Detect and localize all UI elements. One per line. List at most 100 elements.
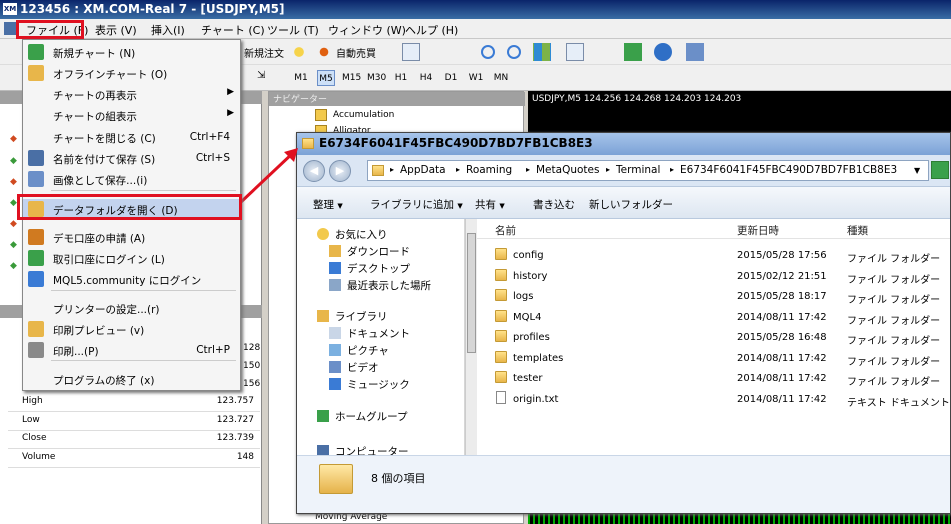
forward-button[interactable]: ▶ bbox=[329, 160, 351, 182]
file-row[interactable]: tester 2014/08/11 17:42 ファイル フォルダー bbox=[477, 368, 950, 388]
file-menu-item[interactable]: MQL5.community にログイン bbox=[23, 269, 240, 290]
new-order-label[interactable]: 新規注文 bbox=[244, 45, 284, 60]
timeframe-m30[interactable]: M30 bbox=[367, 70, 386, 86]
zoom-out-icon[interactable] bbox=[507, 45, 521, 59]
refresh-icon[interactable] bbox=[931, 161, 949, 179]
file-row[interactable]: MQL4 2014/08/11 17:42 ファイル フォルダー bbox=[477, 307, 950, 327]
autoscroll-icon[interactable] bbox=[566, 43, 584, 61]
file-menu-item[interactable]: 印刷プレビュー (v) bbox=[23, 319, 240, 340]
tree-item[interactable]: ピクチャ bbox=[347, 343, 389, 358]
timeframe-w1[interactable]: W1 bbox=[467, 70, 485, 86]
column-type[interactable]: 種類 bbox=[847, 223, 868, 238]
file-menu-item[interactable]: 名前を付けて保存 (S) Ctrl+S bbox=[23, 148, 240, 169]
file-menu-item[interactable]: プリンターの設定...(r) bbox=[23, 298, 240, 319]
tree-item[interactable]: ホームグループ bbox=[335, 409, 408, 424]
timeframe-h4[interactable]: H4 bbox=[417, 70, 435, 86]
app-icon: XM bbox=[3, 3, 17, 15]
file-menu-item[interactable]: 取引口座にログイン (L) bbox=[23, 248, 240, 269]
folder-icon bbox=[372, 165, 384, 176]
timeframe-m5[interactable]: M5 bbox=[317, 70, 335, 86]
line-chart-icon[interactable] bbox=[452, 43, 470, 61]
breadcrumb-item[interactable]: E6734F6041F45FBC490D7BD7FB1CB8E3 bbox=[680, 164, 897, 176]
menu-view[interactable]: 表示 (V) bbox=[95, 22, 137, 38]
templates-icon[interactable] bbox=[686, 43, 704, 61]
documents-icon bbox=[329, 327, 341, 339]
menu-help[interactable]: ヘルプ (H) bbox=[405, 22, 458, 38]
periods-icon[interactable] bbox=[654, 43, 672, 61]
file-row[interactable]: origin.txt 2014/08/11 17:42 テキスト ドキュメント bbox=[477, 389, 950, 409]
timeframe-h1[interactable]: H1 bbox=[392, 70, 410, 86]
breadcrumb-separator-icon[interactable]: ▸ bbox=[606, 165, 610, 174]
file-row[interactable]: profiles 2015/05/28 16:48 ファイル フォルダー bbox=[477, 327, 950, 347]
tree-scrollbar[interactable] bbox=[465, 219, 477, 455]
tree-item[interactable]: お気に入り bbox=[335, 227, 388, 242]
file-row[interactable]: logs 2015/05/28 18:17 ファイル フォルダー bbox=[477, 286, 950, 306]
menu-tools[interactable]: ツール (T) bbox=[267, 22, 319, 38]
breadcrumb-item[interactable]: MetaQuotes bbox=[536, 164, 599, 176]
file-menu-item[interactable]: チャートの組表示 ▶ bbox=[23, 105, 240, 126]
tree-item[interactable]: ライブラリ bbox=[335, 309, 388, 324]
file-menu-item[interactable]: 画像として保存...(i) bbox=[23, 169, 240, 190]
new-folder-button[interactable]: 新しいフォルダー bbox=[589, 197, 673, 212]
breadcrumb-separator-icon[interactable]: ▸ bbox=[526, 165, 530, 174]
menu-window[interactable]: ウィンドウ (W) bbox=[328, 22, 406, 38]
back-button[interactable]: ◀ bbox=[303, 160, 325, 182]
share-button[interactable]: 共有 ▼ bbox=[475, 197, 505, 212]
line-studies-icon[interactable]: ⇲ bbox=[256, 69, 274, 87]
file-menu-item[interactable]: デモ口座の申請 (A) bbox=[23, 227, 240, 248]
tree-item[interactable]: ドキュメント bbox=[347, 326, 410, 341]
breadcrumb-item[interactable]: AppData bbox=[400, 164, 446, 176]
file-menu-item[interactable]: 新規チャート (N) bbox=[23, 42, 240, 63]
menu-insert[interactable]: 挿入(I) bbox=[151, 22, 185, 38]
address-dropdown-icon[interactable]: ▼ bbox=[914, 166, 920, 175]
zoom-in-icon[interactable] bbox=[481, 45, 495, 59]
timeframe-mn[interactable]: MN bbox=[492, 70, 510, 86]
chevron-down-icon: ▼ bbox=[457, 202, 463, 210]
file-row[interactable]: config 2015/05/28 17:56 ファイル フォルダー bbox=[477, 245, 950, 265]
file-menu-item[interactable]: 印刷...(P) Ctrl+P bbox=[23, 340, 240, 361]
organize-button[interactable]: 整理 ▼ bbox=[313, 197, 343, 212]
file-row[interactable]: templates 2014/08/11 17:42 ファイル フォルダー bbox=[477, 348, 950, 368]
auto-trading-icon[interactable] bbox=[290, 43, 308, 61]
file-menu-item[interactable]: プログラムの終了 (x) bbox=[23, 369, 240, 390]
breadcrumb-item[interactable]: Roaming bbox=[466, 164, 512, 176]
bar-chart-icon[interactable] bbox=[402, 43, 420, 61]
burn-button[interactable]: 書き込む bbox=[533, 197, 575, 212]
breadcrumb-separator-icon[interactable]: ▸ bbox=[390, 165, 394, 174]
candle-chart-icon[interactable] bbox=[426, 43, 444, 61]
file-type: テキスト ドキュメント bbox=[847, 397, 950, 409]
tree-item[interactable]: ミュージック bbox=[347, 377, 410, 392]
tile-windows-icon[interactable] bbox=[533, 43, 551, 61]
file-menu-item[interactable]: チャートの再表示 ▶ bbox=[23, 84, 240, 105]
address-bar[interactable]: ▸ AppData ▸ Roaming ▸ MetaQuotes ▸ Terminal ▸ E67… bbox=[367, 160, 929, 181]
auto-trading-label[interactable]: 自動売買 bbox=[336, 45, 376, 60]
tree-item[interactable]: デスクトップ bbox=[347, 261, 410, 276]
add-to-library-button[interactable]: ライブラリに追加 ▼ bbox=[370, 197, 463, 212]
file-row[interactable]: history 2015/02/12 21:51 ファイル フォルダー bbox=[477, 266, 950, 286]
column-date[interactable]: 更新日時 bbox=[737, 223, 779, 238]
breadcrumb-item[interactable]: Terminal bbox=[616, 164, 660, 176]
tree-item[interactable]: ビデオ bbox=[347, 360, 379, 375]
breadcrumb-separator-icon[interactable]: ▸ bbox=[456, 165, 460, 174]
data-partial-value: 156 bbox=[243, 379, 261, 389]
tree-item[interactable]: 最近表示した場所 bbox=[347, 278, 431, 293]
explorer-window[interactable]: E6734F6041F45FBC490D7BD7FB1CB8E3 ◀ ▶ ▸ Ap… bbox=[296, 132, 951, 514]
tree-item[interactable]: ダウンロード bbox=[347, 244, 410, 259]
chart-shift-icon[interactable] bbox=[592, 43, 610, 61]
download-folder-icon bbox=[329, 245, 341, 257]
expert-icon[interactable] bbox=[315, 43, 333, 61]
column-name[interactable]: 名前 bbox=[495, 223, 516, 238]
breadcrumb-separator-icon[interactable]: ▸ bbox=[670, 165, 674, 174]
timeframe-d1[interactable]: D1 bbox=[442, 70, 460, 86]
scrollbar-thumb[interactable] bbox=[467, 233, 476, 353]
menu-bar: ファイル (F) 表示 (V) 挿入(I) チャート (C) ツール (T) ウ… bbox=[0, 19, 951, 39]
open-data-folder-highlight-box bbox=[17, 194, 242, 220]
data-row-label: Volume bbox=[22, 451, 56, 462]
file-menu-item[interactable]: オフラインチャート (O) bbox=[23, 63, 240, 84]
file-menu-item[interactable]: チャートを閉じる (C) Ctrl+F4 bbox=[23, 127, 240, 148]
timeframe-m15[interactable]: M15 bbox=[342, 70, 361, 86]
navigator-item[interactable]: Accumulation bbox=[333, 110, 394, 120]
timeframe-m1[interactable]: M1 bbox=[292, 70, 310, 86]
indicators-icon[interactable] bbox=[624, 43, 642, 61]
menu-chart[interactable]: チャート (C) bbox=[201, 22, 265, 38]
